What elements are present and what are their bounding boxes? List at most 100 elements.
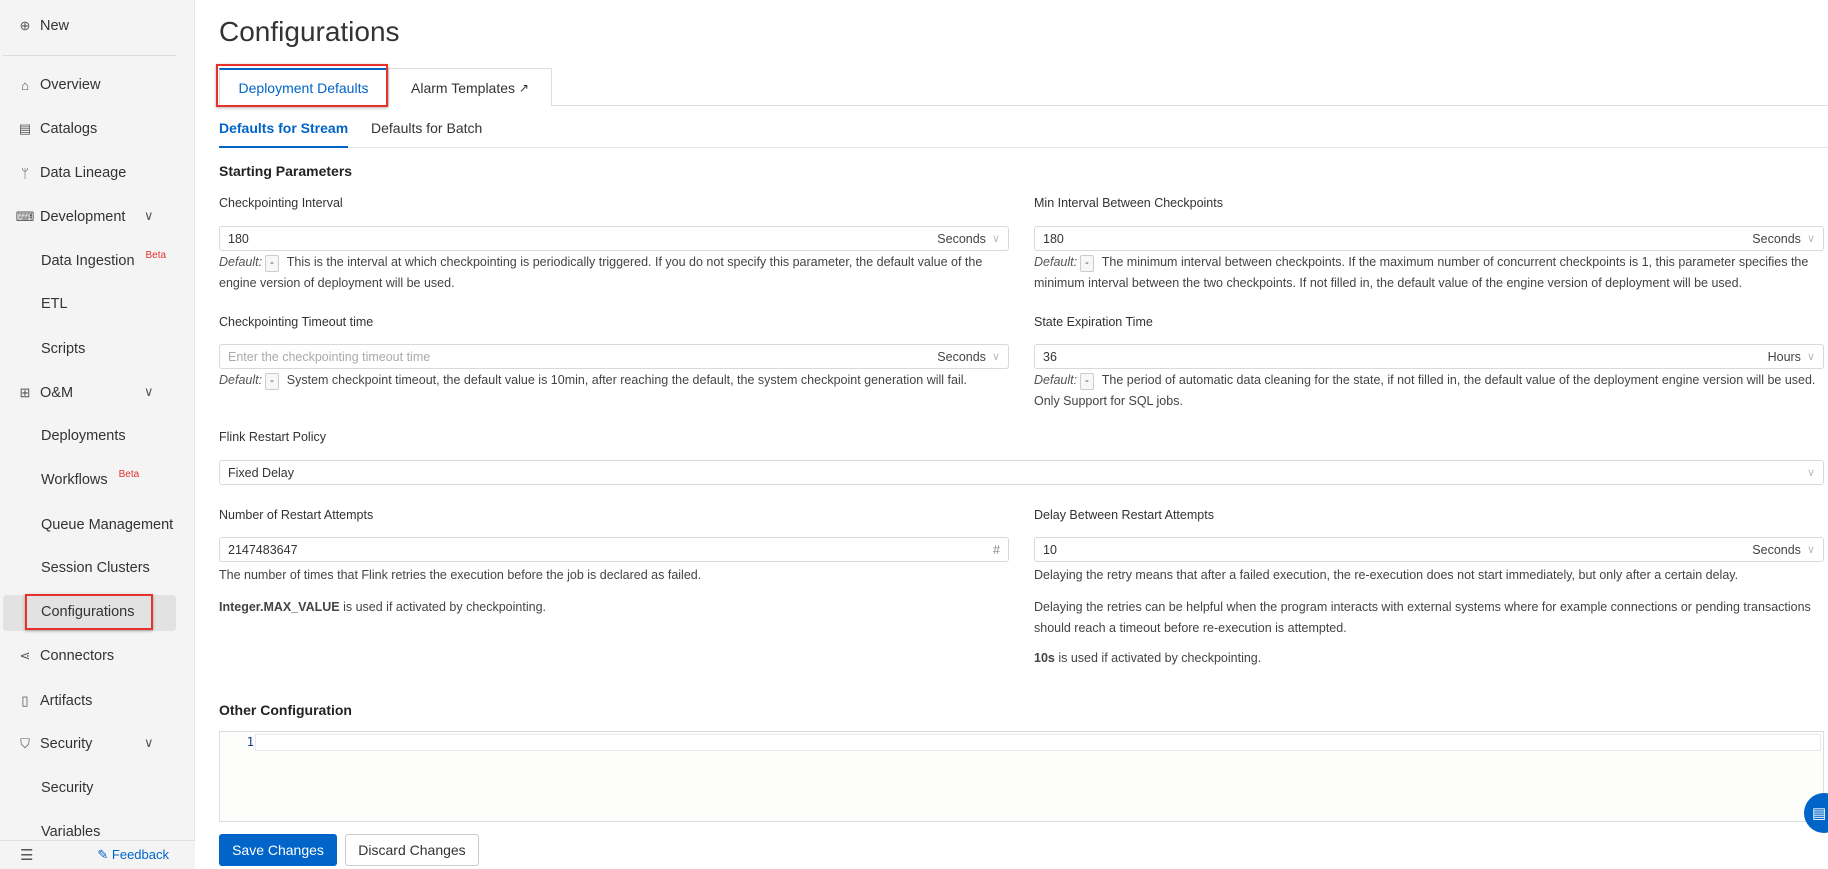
- discard-button[interactable]: Discard Changes: [345, 834, 479, 866]
- sidebar-item-scripts[interactable]: Scripts: [41, 338, 85, 360]
- default-value: -: [265, 373, 279, 390]
- sidebar-item-deployments[interactable]: Deployments: [41, 425, 126, 447]
- value: Fixed Delay: [228, 465, 294, 480]
- restart-delay-input[interactable]: 10 Seconds ∨: [1034, 537, 1824, 562]
- field-label: Flink Restart Policy: [219, 430, 326, 444]
- chevron-down-icon[interactable]: ∨: [144, 208, 154, 224]
- unit-select[interactable]: Seconds ∨: [937, 232, 1000, 246]
- unit-select[interactable]: Seconds ∨: [1752, 543, 1815, 557]
- field-label: Number of Restart Attempts: [219, 508, 374, 522]
- chevron-down-icon[interactable]: ∨: [144, 384, 154, 400]
- sidebar-item-etl[interactable]: ETL: [41, 293, 68, 315]
- subtab-batch[interactable]: Defaults for Batch: [371, 120, 482, 136]
- sidebar-item-security-sub[interactable]: Security: [41, 777, 93, 799]
- checkpoint-timeout-input[interactable]: Enter the checkpointing timeout time Seco…: [219, 344, 1009, 369]
- field-label: Min Interval Between Checkpoints: [1034, 196, 1223, 210]
- sidebar-item-om[interactable]: ⊞ O&M: [18, 382, 73, 404]
- ops-icon: ⊞: [19, 385, 31, 400]
- checkpoint-interval-input[interactable]: 180 Seconds ∨: [219, 226, 1009, 251]
- editor-line[interactable]: [255, 734, 1821, 751]
- sidebar-item-security[interactable]: ⛉ Security: [18, 733, 92, 755]
- state-expiration-input[interactable]: 36 Hours ∨: [1034, 344, 1824, 369]
- sidebar-item-catalogs[interactable]: ▤ Catalogs: [18, 118, 97, 140]
- unit-select[interactable]: Seconds ∨: [937, 350, 1000, 364]
- collapse-menu-icon[interactable]: ☰: [20, 846, 33, 864]
- value: 2147483647: [228, 542, 298, 557]
- unit: Seconds: [937, 231, 986, 246]
- chevron-down-icon: ∨: [1806, 233, 1815, 245]
- value: 180: [1043, 231, 1064, 246]
- shield-icon: ⛉: [20, 736, 30, 751]
- restart-policy-select[interactable]: Fixed Delay ∨: [219, 460, 1824, 485]
- default-label: Default:: [1034, 255, 1078, 269]
- chevron-down-icon: ∨: [991, 233, 1000, 245]
- unit-select[interactable]: Seconds ∨: [1752, 232, 1815, 246]
- unit-select[interactable]: Hours ∨: [1768, 350, 1815, 364]
- label: Variables: [41, 824, 101, 840]
- highlight-box: [216, 64, 388, 107]
- label: ETL: [41, 296, 68, 312]
- sidebar-item-overview[interactable]: ⌂ Overview: [18, 74, 100, 96]
- unit: Seconds: [1752, 231, 1801, 246]
- help: is used if activated by checkpointing.: [339, 600, 546, 614]
- sidebar-item-session-clusters[interactable]: Session Clusters: [41, 557, 150, 579]
- default-value: -: [265, 255, 279, 272]
- help-text: Delaying the retry means that after a fa…: [1034, 568, 1739, 582]
- label: Catalogs: [40, 121, 98, 137]
- default-value: -: [1080, 255, 1094, 272]
- help: is used if activated by checkpointing.: [1054, 651, 1262, 665]
- help-text: Default: - System checkpoint timeout, the …: [219, 370, 1009, 391]
- other-config-editor[interactable]: 1: [219, 731, 1824, 822]
- field-label: Checkpointing Timeout time: [219, 315, 374, 329]
- tab-alarm-templates[interactable]: Alarm Templates ↗: [388, 68, 552, 106]
- default-value: -: [1080, 373, 1094, 390]
- new-label: New: [40, 18, 70, 34]
- label: Overview: [40, 77, 101, 93]
- save-button[interactable]: Save Changes: [219, 834, 337, 866]
- share-icon: ⋖: [19, 648, 31, 663]
- label: Data Ingestion: [41, 253, 135, 269]
- sidebar-item-data-ingestion[interactable]: Data Ingestion Beta: [41, 250, 166, 272]
- new-button[interactable]: ⊕ New: [18, 15, 69, 37]
- label: Development: [40, 209, 126, 225]
- field-label: Delay Between Restart Attempts: [1034, 508, 1214, 522]
- help-text: The number of times that Flink retries t…: [219, 568, 702, 582]
- line-number: 1: [246, 735, 254, 749]
- chevron-down-icon: ∨: [1806, 467, 1815, 479]
- default-label: Default:: [219, 373, 263, 387]
- sidebar-item-artifacts[interactable]: ▯ Artifacts: [18, 690, 92, 712]
- catalog-icon: ▤: [18, 121, 32, 136]
- section-title: Starting Parameters: [219, 163, 353, 179]
- value: 180: [228, 231, 249, 246]
- plus-circle-icon: ⊕: [19, 18, 31, 33]
- default-label: Default:: [219, 255, 263, 269]
- unit: Seconds: [937, 349, 986, 364]
- restart-attempts-input[interactable]: 2147483647 #: [219, 537, 1009, 562]
- help-text: Default: - The minimum interval between ch…: [1034, 252, 1824, 294]
- subtab-stream[interactable]: Defaults for Stream: [219, 120, 349, 148]
- other-config-title: Other Configuration: [219, 702, 352, 718]
- sidebar-item-data-lineage[interactable]: ᛘ Data Lineage: [18, 162, 126, 184]
- help-text: Delaying the retries can be helpful when…: [1034, 600, 1811, 635]
- number-icon: #: [993, 542, 1000, 557]
- min-interval-input[interactable]: 180 Seconds ∨: [1034, 226, 1824, 251]
- label: Connectors: [40, 648, 115, 664]
- sidebar-item-workflows[interactable]: Workflows Beta: [41, 469, 139, 491]
- sidebar: ⊕ New ⌂ Overview ▤ Catalogs ᛘ Data Lineage ⌨…: [0, 0, 195, 869]
- sidebar-item-development[interactable]: ⌨ Development: [16, 206, 126, 228]
- help: This is the interval at which checkpoint…: [219, 255, 983, 290]
- help-text: Integer.MAX_VALUE is used if activated b…: [219, 597, 1009, 618]
- feedback-link[interactable]: ✎ Feedback: [97, 847, 169, 863]
- sidebar-item-connectors[interactable]: ⋖ Connectors: [18, 645, 115, 667]
- branch-icon: ᛘ: [21, 165, 29, 181]
- chevron-down-icon[interactable]: ∨: [144, 735, 154, 751]
- tab-bar: Deployment Defaults Alarm Templates ↗: [219, 68, 1828, 106]
- divider: [3, 55, 176, 56]
- help-text: Default: - This is the interval at which c…: [219, 252, 1009, 294]
- home-icon: ⌂: [21, 77, 29, 93]
- help: The period of automatic data cleaning fo…: [1034, 373, 1816, 408]
- highlight-box: [25, 594, 153, 630]
- external-link-icon: ↗: [518, 80, 529, 95]
- sidebar-item-queue-management[interactable]: Queue Management: [41, 514, 173, 536]
- beta-badge: Beta: [118, 468, 140, 480]
